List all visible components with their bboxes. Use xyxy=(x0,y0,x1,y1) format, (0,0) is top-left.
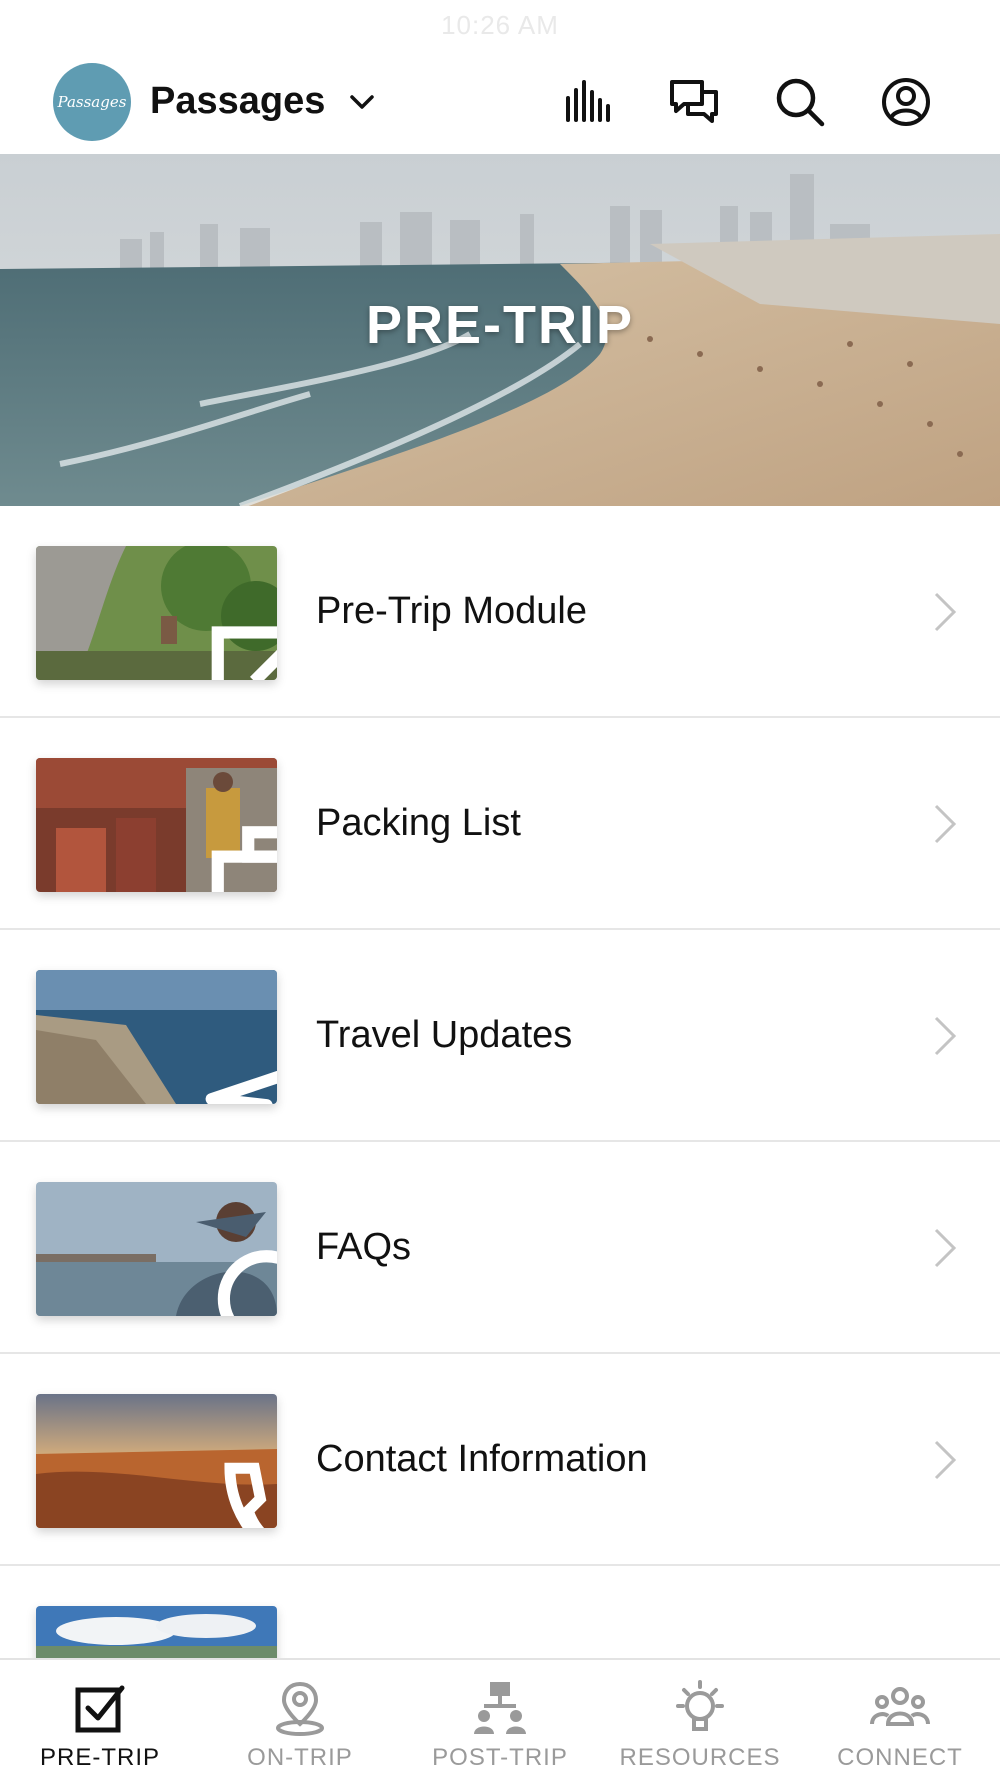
tab-label: ON-TRIP xyxy=(247,1744,353,1771)
list-item-packing-list[interactable]: Packing List xyxy=(0,718,1000,930)
checkbox-icon xyxy=(75,1685,125,1733)
thumbnail-image xyxy=(36,758,277,892)
airplane-icon xyxy=(205,1070,277,1104)
chevron-right-icon xyxy=(934,1016,957,1056)
status-time: 10:26 AM xyxy=(441,10,559,40)
chevron-right-icon xyxy=(934,1228,957,1268)
hero-banner: PRE-TRIP xyxy=(0,154,1000,506)
brand-logo[interactable]: Passages xyxy=(53,63,131,141)
logo-text: Passages xyxy=(57,93,127,111)
chat-icon[interactable] xyxy=(668,76,720,128)
tab-resources[interactable]: RESOURCES xyxy=(600,1660,800,1778)
hero-title: PRE-TRIP xyxy=(365,295,635,355)
thumbnail-image xyxy=(36,1606,277,1658)
app-header: Passages Passages xyxy=(0,50,1000,154)
list-item-label: Pre-Trip Module xyxy=(316,590,588,632)
chevron-down-icon[interactable] xyxy=(348,90,376,114)
tab-connect[interactable]: CONNECT xyxy=(800,1660,1000,1778)
location-pin-icon xyxy=(276,1681,324,1736)
list-item-partial[interactable] xyxy=(0,1566,1000,1658)
list-item-label: Packing List xyxy=(316,802,521,844)
profile-icon[interactable] xyxy=(880,76,932,128)
list-item-contact-information[interactable]: Contact Information xyxy=(0,1354,1000,1566)
list-item-travel-updates[interactable]: Travel Updates xyxy=(0,930,1000,1142)
list-item-faqs[interactable]: FAQs xyxy=(0,1142,1000,1354)
chat-bubble-icon xyxy=(217,1250,277,1316)
bottom-tab-bar: PRE-TRIP ON-TRIP POST-TRIP RESOURCES CON… xyxy=(0,1658,1000,1778)
tab-label: CONNECT xyxy=(837,1744,963,1771)
phone-icon xyxy=(224,1462,267,1528)
briefcase-icon xyxy=(211,826,277,892)
list-item-label: Contact Information xyxy=(316,1438,648,1480)
tab-post-trip[interactable]: POST-TRIP xyxy=(400,1660,600,1778)
status-bar: 10:26 AM xyxy=(0,0,1000,50)
brand-switcher-label[interactable]: Passages xyxy=(150,80,325,123)
chevron-right-icon xyxy=(934,804,957,844)
thumbnail-image xyxy=(36,1182,277,1316)
edit-icon xyxy=(211,626,277,680)
thumbnail-image xyxy=(36,970,277,1104)
network-icon xyxy=(474,1682,526,1734)
chevron-right-icon xyxy=(934,592,957,632)
tab-label: POST-TRIP xyxy=(432,1744,568,1771)
list-item-pre-trip-module[interactable]: Pre-Trip Module xyxy=(0,506,1000,718)
thumbnail-image xyxy=(36,546,277,680)
list-item-label: FAQs xyxy=(316,1226,412,1268)
tab-label: RESOURCES xyxy=(619,1744,781,1771)
search-icon[interactable] xyxy=(774,76,826,128)
pre-trip-list: Pre-Trip Module Packing List Travel Upda… xyxy=(0,506,1000,1658)
tab-on-trip[interactable]: ON-TRIP xyxy=(200,1660,400,1778)
list-item-label: Travel Updates xyxy=(316,1014,573,1056)
group-icon xyxy=(870,1687,930,1726)
tab-label: PRE-TRIP xyxy=(39,1744,160,1771)
tab-pre-trip[interactable]: PRE-TRIP xyxy=(0,1660,200,1778)
lightbulb-icon xyxy=(676,1680,724,1731)
chevron-right-icon xyxy=(934,1440,957,1480)
thumbnail-image xyxy=(36,1394,277,1528)
stats-icon[interactable] xyxy=(562,76,614,128)
